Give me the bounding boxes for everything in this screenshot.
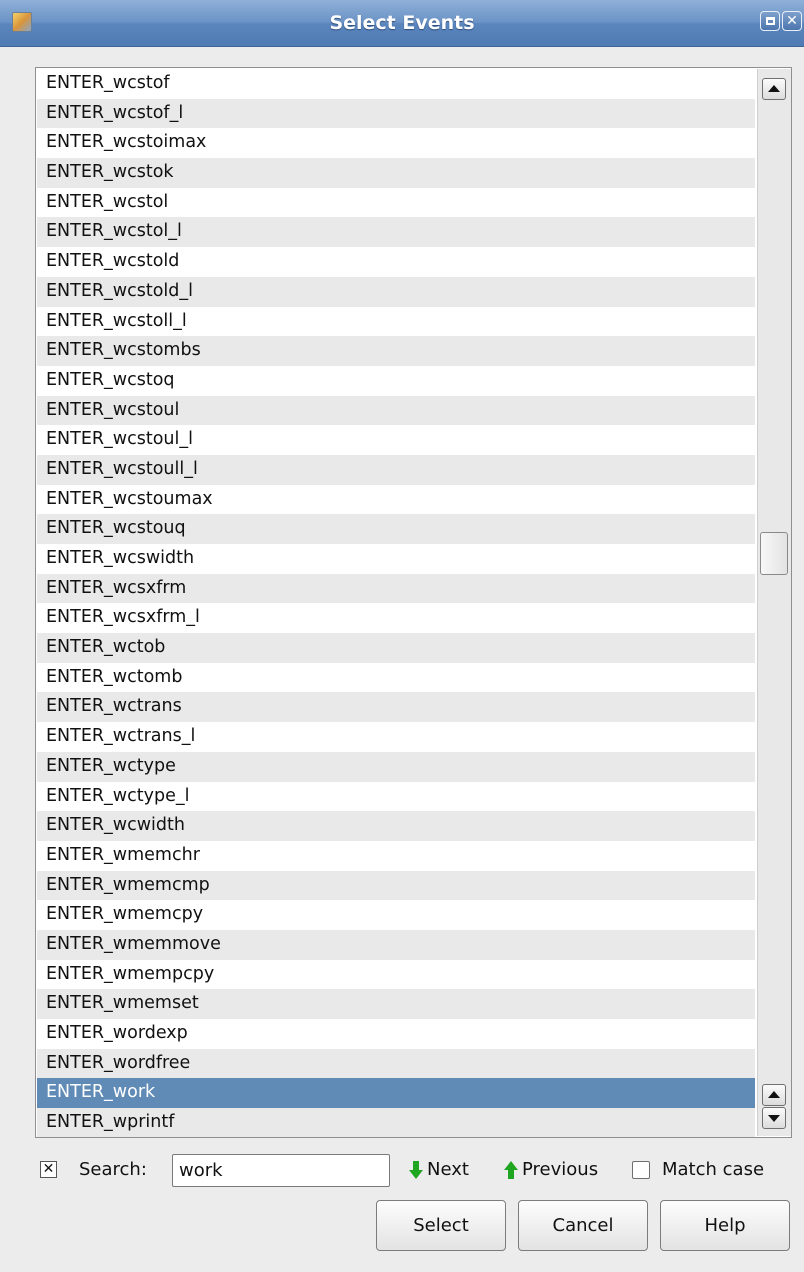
- window-title: Select Events: [329, 12, 475, 34]
- list-item[interactable]: ENTER_wctomb: [37, 663, 755, 693]
- list-item[interactable]: ENTER_wctrans_l: [37, 722, 755, 752]
- list-item[interactable]: ENTER_wmemcmp: [37, 870, 755, 901]
- list-item[interactable]: ENTER_wcstof_l: [37, 98, 755, 129]
- list-item[interactable]: ENTER_wmemcpy: [37, 900, 755, 930]
- list-item[interactable]: ENTER_wcstof: [37, 69, 755, 99]
- list-item[interactable]: ENTER_wprintf: [37, 1108, 755, 1137]
- previous-label: Previous: [522, 1159, 599, 1180]
- match-case-checkbox[interactable]: [632, 1161, 650, 1179]
- help-button[interactable]: Help: [660, 1200, 790, 1251]
- arrow-down-green-icon: [409, 1161, 423, 1179]
- search-bar: ✕ Search: Next Previous Match case: [0, 1150, 804, 1190]
- vertical-scrollbar[interactable]: [757, 69, 791, 1136]
- maximize-button[interactable]: [760, 11, 780, 31]
- list-item[interactable]: ENTER_wcstoumax: [37, 485, 755, 515]
- match-case-label: Match case: [662, 1159, 765, 1180]
- list-item[interactable]: ENTER_wcsxfrm_l: [37, 603, 755, 633]
- next-button[interactable]: Next: [408, 1150, 469, 1190]
- list-item[interactable]: ENTER_wcswidth: [37, 544, 755, 574]
- select-button[interactable]: Select: [376, 1200, 506, 1251]
- next-label: Next: [427, 1159, 469, 1180]
- search-label: Search:: [79, 1159, 147, 1180]
- list-item[interactable]: ENTER_wcstombs: [37, 336, 755, 366]
- title-bar[interactable]: Select Events ✕: [0, 0, 804, 47]
- scroll-down-button[interactable]: [762, 1107, 786, 1129]
- list-item[interactable]: ENTER_wcstouq: [37, 514, 755, 544]
- list-item[interactable]: ENTER_wcwidth: [37, 811, 755, 841]
- list-item[interactable]: ENTER_wordfree: [37, 1048, 755, 1079]
- scroll-up-button-bottom[interactable]: [762, 1084, 786, 1106]
- previous-button[interactable]: Previous: [503, 1150, 598, 1190]
- list-item[interactable]: ENTER_wcstol: [37, 188, 755, 218]
- search-input[interactable]: [172, 1154, 390, 1187]
- scroll-up-button[interactable]: [762, 78, 786, 100]
- list-item[interactable]: ENTER_wcsxfrm: [37, 573, 755, 604]
- list-item[interactable]: ENTER_wcstoq: [37, 366, 755, 396]
- scrollbar-thumb[interactable]: [760, 532, 788, 575]
- list-item[interactable]: ENTER_wcstol_l: [37, 217, 755, 248]
- list-item[interactable]: ENTER_wctype_l: [37, 782, 755, 812]
- list-item[interactable]: ENTER_wmemset: [37, 989, 755, 1019]
- list-item[interactable]: ENTER_wcstoul_l: [37, 425, 755, 455]
- list-item[interactable]: ENTER_wmempcpy: [37, 960, 755, 990]
- list-item[interactable]: ENTER_wctob: [37, 633, 755, 663]
- list-item[interactable]: ENTER_wcstok: [37, 158, 755, 188]
- search-toggle-checkbox[interactable]: ✕: [40, 1161, 57, 1178]
- list-item[interactable]: ENTER_wmemmove: [37, 929, 755, 960]
- checkbox-x-icon: ✕: [42, 1161, 55, 1177]
- arrow-up-icon: [768, 1091, 780, 1098]
- list-item[interactable]: ENTER_wcstold: [37, 247, 755, 277]
- list-item[interactable]: ENTER_wctrans: [37, 692, 755, 723]
- arrow-down-icon: [768, 1115, 780, 1122]
- list-item[interactable]: ENTER_wmemchr: [37, 841, 755, 871]
- list-item[interactable]: ENTER_wcstoll_l: [37, 307, 755, 337]
- list-item[interactable]: ENTER_wordexp: [37, 1019, 755, 1049]
- arrow-up-icon: [768, 85, 780, 92]
- list-item[interactable]: ENTER_wcstoimax: [37, 128, 755, 158]
- list-item-selected[interactable]: ENTER_work: [37, 1078, 755, 1109]
- event-list[interactable]: ENTER_wcstof ENTER_wcstof_l ENTER_wcstoima…: [35, 67, 792, 1138]
- list-item[interactable]: ENTER_wcstoull_l: [37, 454, 755, 485]
- maximize-icon: [765, 17, 775, 25]
- close-button[interactable]: ✕: [782, 11, 802, 31]
- arrow-up-green-icon: [504, 1161, 518, 1179]
- close-icon: ✕: [786, 13, 798, 29]
- list-item[interactable]: ENTER_wcstold_l: [37, 276, 755, 307]
- list-item[interactable]: ENTER_wcstoul: [37, 395, 755, 426]
- list-item[interactable]: ENTER_wctype: [37, 751, 755, 782]
- cancel-button[interactable]: Cancel: [518, 1200, 648, 1251]
- event-list-rows: ENTER_wcstof ENTER_wcstof_l ENTER_wcstoima…: [37, 69, 755, 1137]
